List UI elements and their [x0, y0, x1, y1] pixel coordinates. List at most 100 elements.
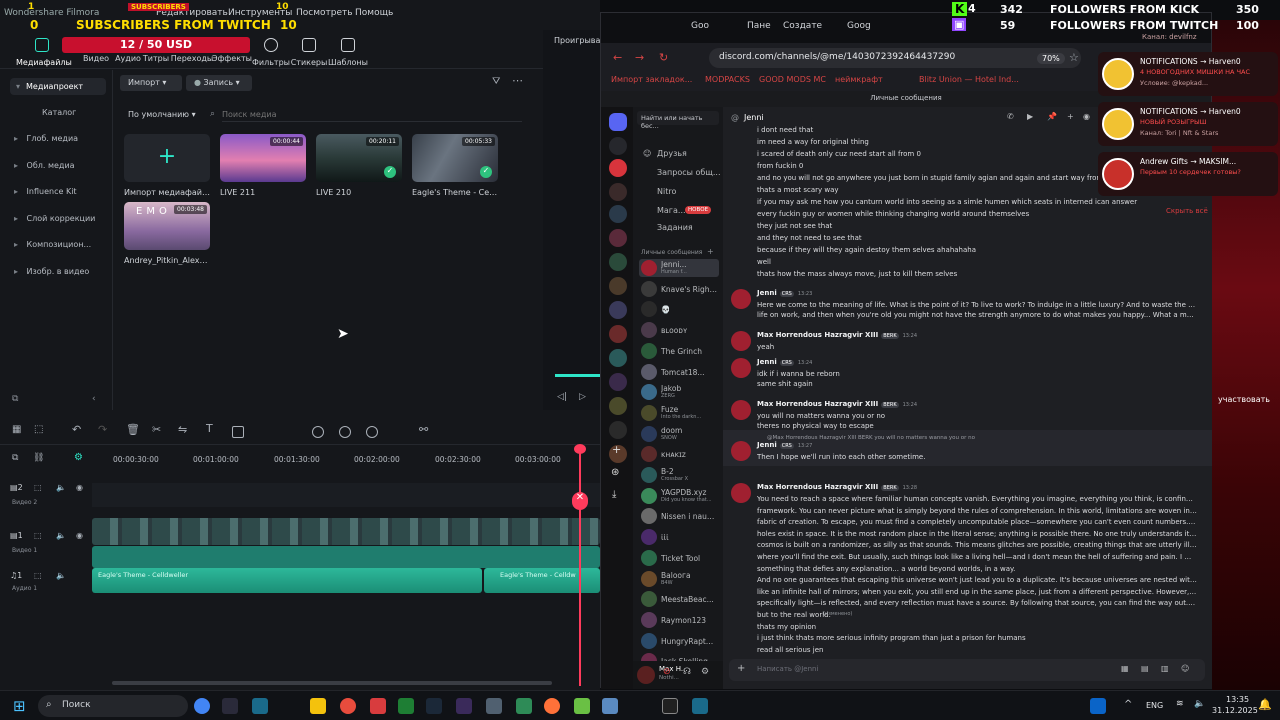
message-author[interactable]: Jenni CRS 13:27	[757, 441, 812, 449]
zoom-badge[interactable]: 70%	[1037, 53, 1065, 64]
hide-all-button[interactable]: Скрыть всё	[1166, 207, 1208, 215]
crop-icon[interactable]	[232, 426, 244, 438]
scissors-icon[interactable]: ✕	[572, 492, 588, 510]
record-button[interactable]: ● Запись ▾	[186, 75, 252, 91]
language-indicator[interactable]: ENG	[1146, 701, 1163, 710]
dm-search[interactable]: Найти или начать бес...	[637, 111, 719, 130]
import-button[interactable]: Импорт ▾	[120, 75, 182, 91]
lp-image-to-video[interactable]: ▸ Изобр. в видео	[14, 267, 104, 276]
add-dm-icon[interactable]: +	[707, 247, 714, 256]
firefox-icon[interactable]	[544, 698, 560, 714]
app-icon[interactable]	[222, 698, 238, 714]
steam-icon[interactable]	[426, 698, 442, 714]
message-author[interactable]: Max Horrendous Hazragvir XIII BERK 13:24	[757, 331, 917, 339]
star-icon[interactable]: ☆	[1069, 51, 1079, 64]
app-icon[interactable]	[252, 698, 268, 714]
audio-icon[interactable]: 🔈	[56, 531, 66, 540]
profile-icon[interactable]: ◉	[1083, 112, 1090, 121]
browser-tab[interactable]: Создате	[783, 21, 822, 31]
windows-start-icon[interactable]: ⊞	[13, 697, 26, 715]
browser-tab[interactable]: Goo	[691, 21, 709, 31]
add-friends-icon[interactable]: +	[1067, 112, 1074, 121]
wifi-icon[interactable]: ≋	[1176, 699, 1184, 709]
new-folder-icon[interactable]: ⧉	[12, 394, 18, 404]
app-icon[interactable]	[692, 698, 708, 714]
dm-item[interactable]: YAGPDB.xyz Did you know that...	[639, 487, 719, 505]
volume-icon[interactable]: 🔈	[1194, 699, 1205, 709]
text-icon[interactable]: T	[206, 422, 218, 435]
nav-friends[interactable]: Друзья	[657, 149, 687, 158]
address-bar[interactable]: discord.com/channels/@me/140307239246443…	[709, 48, 1081, 68]
link-tracks-icon[interactable]: ⛓	[33, 453, 44, 463]
server-icon[interactable]	[609, 229, 627, 247]
dm-item[interactable]: doom SNOW	[639, 425, 719, 443]
lp-adjustment-layer[interactable]: ▸ Слой коррекции	[14, 214, 104, 223]
server-icon[interactable]	[609, 325, 627, 343]
chrome-icon[interactable]	[194, 698, 210, 714]
track-manager-icon[interactable]: ⧉	[12, 453, 18, 463]
sort-dropdown[interactable]: По умолчанию ▾	[128, 110, 196, 119]
avatar[interactable]	[731, 400, 751, 420]
lp-media-project[interactable]: ▾ Медиапроект	[10, 78, 106, 95]
server-icon[interactable]	[609, 205, 627, 223]
avatar[interactable]	[731, 358, 751, 378]
color-icon[interactable]	[366, 426, 378, 438]
redo-icon[interactable]: ↷	[98, 423, 110, 436]
play-icon[interactable]: ▷	[579, 392, 586, 402]
link-icon[interactable]: ⚯	[419, 423, 431, 436]
dm-item[interactable]: B-2 Crossbar X	[639, 466, 719, 484]
server-icon[interactable]	[609, 397, 627, 415]
pin-icon[interactable]: 📌	[1047, 112, 1057, 121]
media-item[interactable]: 00:20:11 ✓ LIVE 210	[316, 134, 402, 197]
eye-icon[interactable]: ◉	[76, 483, 83, 492]
delete-icon[interactable]: 🗑	[126, 423, 140, 436]
filter-icon[interactable]: ⛛	[492, 76, 500, 87]
audio-icon[interactable]: 🔈	[56, 483, 66, 492]
avatar[interactable]	[731, 289, 751, 309]
grid-icon[interactable]: ▦	[12, 424, 24, 436]
dm-item[interactable]: 💀	[639, 300, 719, 318]
video-clip-audio[interactable]	[92, 546, 600, 568]
app-icon[interactable]	[602, 698, 618, 714]
prev-frame-icon[interactable]: ◁|	[557, 392, 567, 402]
folder-icon[interactable]: ⬚	[34, 483, 42, 492]
server-icon[interactable]	[609, 421, 627, 439]
headphones-icon[interactable]: ☊	[683, 667, 691, 677]
avatar[interactable]	[731, 331, 751, 351]
discord-home-icon[interactable]	[609, 113, 627, 131]
audio-icon[interactable]: 🔈	[56, 571, 66, 580]
snap-icon[interactable]: ⚙	[74, 452, 83, 463]
folder-icon[interactable]: ⬚	[34, 531, 42, 540]
dm-item[interactable]: Ticket Tool	[639, 549, 719, 567]
lp-global-media[interactable]: ▸ Глоб. медиа	[14, 134, 104, 143]
tab-templates[interactable]: Шаблоны	[322, 38, 374, 67]
bookmark[interactable]: GOOD MODS MC	[759, 75, 826, 84]
attach-icon[interactable]: +	[737, 663, 745, 674]
cut-icon[interactable]: ✂	[152, 423, 164, 436]
chevron-up-icon[interactable]: ^	[1124, 699, 1132, 710]
audio-clip[interactable]: Eagle's Theme - Celldweller	[92, 568, 482, 593]
server-icon[interactable]	[609, 277, 627, 295]
reply-preview[interactable]: @Max Horrendous Hazragvir XIII BERK you …	[767, 433, 1207, 443]
folder-icon[interactable]: ⬚	[34, 571, 42, 580]
lp-catalog[interactable]: Каталог	[42, 108, 132, 117]
mic-muted-icon[interactable]: ⊘	[663, 667, 671, 677]
app-icon[interactable]	[662, 698, 678, 714]
dm-item[interactable]: MeestaBeac...	[639, 590, 719, 608]
playhead-handle[interactable]	[574, 444, 586, 454]
dm-item[interactable]: Nissen i naus...	[639, 507, 719, 525]
notification-card[interactable]: NOTIFICATIONS → Harven0 НОВЫЙ РОЗЫГРЫШ К…	[1098, 102, 1278, 146]
collapse-icon[interactable]: ‹	[92, 394, 96, 404]
message-input[interactable]: + Написать @Jenni ▦ ▤ ▥ ☺	[729, 659, 1205, 681]
audio-clip[interactable]: Eagle's Theme - Celldw	[484, 568, 600, 593]
server-icon[interactable]	[609, 349, 627, 367]
search-input[interactable]	[222, 108, 522, 122]
menu-view[interactable]: Посмотреть	[296, 8, 353, 18]
forward-icon[interactable]: →	[635, 51, 644, 64]
dm-item[interactable]: Knave's Right...	[639, 280, 719, 298]
back-icon[interactable]: ←	[613, 51, 622, 64]
emoji-icon[interactable]: ☺	[1181, 664, 1189, 673]
avatar[interactable]	[731, 441, 751, 461]
message-author[interactable]: Jenni CRS 13:23	[757, 289, 812, 297]
more-icon[interactable]: ⋯	[512, 74, 523, 87]
